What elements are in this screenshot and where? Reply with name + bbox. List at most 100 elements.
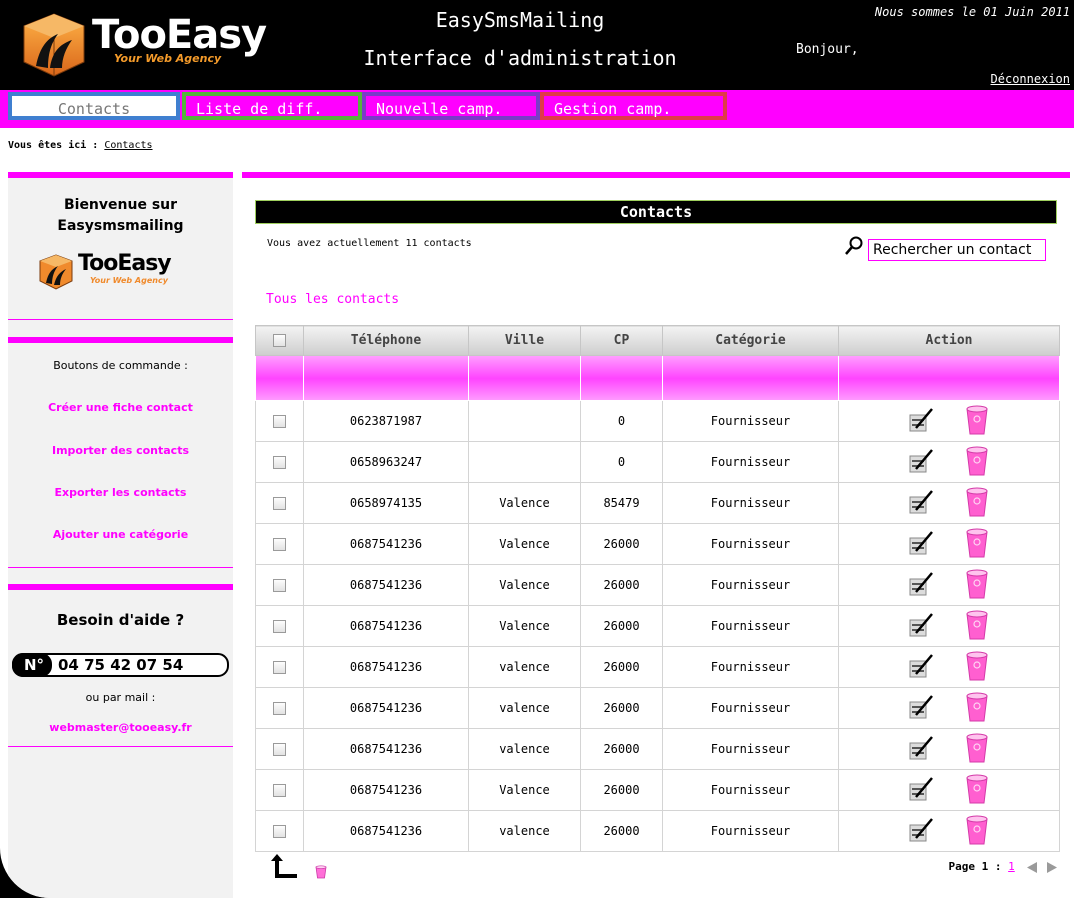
row-select-cell (255, 605, 304, 647)
row-checkbox[interactable] (273, 825, 286, 838)
edit-icon[interactable] (908, 776, 934, 805)
table-header-row: Téléphone Ville CP Catégorie Action (255, 325, 1060, 356)
category-cell: Fournisseur (662, 482, 839, 524)
table-row[interactable]: 0687541236 valence 26000 Fournisseur (255, 646, 1060, 688)
table-row[interactable]: 0687541236 valence 26000 Fournisseur (255, 810, 1060, 852)
action-cell (838, 728, 1060, 770)
row-checkbox[interactable] (273, 497, 286, 510)
add-category-link[interactable]: Ajouter une catégorie (8, 528, 233, 541)
delete-icon[interactable] (964, 814, 990, 849)
filter-cell[interactable] (468, 355, 581, 401)
prev-page-icon[interactable] (1027, 861, 1038, 873)
edit-icon[interactable] (908, 653, 934, 682)
table-row[interactable]: 0687541236 Valence 26000 Fournisseur (255, 523, 1060, 565)
filter-cell[interactable] (303, 355, 469, 401)
row-checkbox[interactable] (273, 538, 286, 551)
support-email-link[interactable]: webmaster@tooeasy.fr (8, 721, 233, 734)
city-cell: valence (468, 646, 581, 688)
delete-icon[interactable] (964, 568, 990, 603)
city-cell: valence (468, 687, 581, 729)
delete-icon[interactable] (964, 732, 990, 767)
tab-distribution-lists[interactable]: Liste de diff. (182, 92, 362, 120)
row-select-cell (255, 564, 304, 606)
city-cell: Valence (468, 769, 581, 811)
table-row[interactable]: 0687541236 Valence 26000 Fournisseur (255, 605, 1060, 647)
edit-icon[interactable] (908, 612, 934, 641)
edit-icon[interactable] (908, 530, 934, 559)
table-row[interactable]: 0658974135 Valence 85479 Fournisseur (255, 482, 1060, 524)
search-icon[interactable] (844, 236, 864, 256)
cp-cell: 0 (580, 441, 663, 483)
row-select-cell (255, 769, 304, 811)
current-date: Nous sommes le 01 Juin 2011 (874, 5, 1070, 19)
page-number-link[interactable]: 1 (1008, 860, 1015, 873)
city-cell: valence (468, 810, 581, 852)
divider (8, 567, 233, 568)
row-checkbox[interactable] (273, 784, 286, 797)
row-checkbox[interactable] (273, 456, 286, 469)
or-mail-label: ou par mail : (85, 691, 156, 704)
search-input[interactable] (868, 239, 1046, 261)
row-checkbox[interactable] (273, 743, 286, 756)
select-all-checkbox[interactable] (273, 334, 286, 347)
cp-cell: 26000 (580, 728, 663, 770)
delete-icon[interactable] (964, 486, 990, 521)
export-contacts-link[interactable]: Exporter les contacts (8, 486, 233, 499)
sidebar: Bienvenue sur Easysmsmailing TooEasy You… (8, 172, 233, 898)
action-cell (838, 400, 1060, 442)
row-select-cell (255, 687, 304, 729)
phone-number: 04 75 42 07 54 (58, 656, 184, 674)
edit-icon[interactable] (908, 735, 934, 764)
tab-contacts[interactable]: Contacts (8, 92, 180, 120)
column-header-cp[interactable]: CP (580, 325, 663, 356)
city-cell: Valence (468, 523, 581, 565)
bulk-select-arrow-icon[interactable] (271, 854, 301, 880)
app-title: EasySmsMailing (435, 8, 605, 32)
phone-cell: 0658963247 (303, 441, 469, 483)
edit-icon[interactable] (908, 448, 934, 477)
delete-icon[interactable] (964, 609, 990, 644)
delete-icon[interactable] (964, 650, 990, 685)
next-page-icon[interactable] (1047, 861, 1058, 873)
row-checkbox[interactable] (273, 702, 286, 715)
delete-icon[interactable] (964, 527, 990, 562)
import-contacts-link[interactable]: Importer des contacts (8, 444, 233, 457)
commands-title: Boutons de commande : (53, 359, 188, 372)
create-contact-link[interactable]: Créer une fiche contact (8, 401, 233, 414)
edit-icon[interactable] (908, 817, 934, 846)
table-row[interactable]: 0687541236 Valence 26000 Fournisseur (255, 564, 1060, 606)
delete-icon[interactable] (964, 404, 990, 439)
table-row[interactable]: 0687541236 valence 26000 Fournisseur (255, 687, 1060, 729)
phone-cell: 0658974135 (303, 482, 469, 524)
row-checkbox[interactable] (273, 415, 286, 428)
table-row[interactable]: 0687541236 Valence 26000 Fournisseur (255, 769, 1060, 811)
table-row[interactable]: 0687541236 valence 26000 Fournisseur (255, 728, 1060, 770)
bulk-delete-icon[interactable] (314, 865, 328, 879)
table-row[interactable]: 0623871987 0 Fournisseur (255, 400, 1060, 442)
city-cell: Valence (468, 482, 581, 524)
filter-cell[interactable] (662, 355, 839, 401)
logout-link[interactable]: Déconnexion (991, 72, 1070, 86)
column-header-city[interactable]: Ville (468, 325, 581, 356)
row-checkbox[interactable] (273, 661, 286, 674)
tab-manage-campaigns[interactable]: Gestion camp. (540, 92, 727, 120)
edit-icon[interactable] (908, 407, 934, 436)
filter-cell[interactable] (580, 355, 663, 401)
city-cell: valence (468, 728, 581, 770)
edit-icon[interactable] (908, 571, 934, 600)
row-checkbox[interactable] (273, 579, 286, 592)
column-header-category[interactable]: Catégorie (662, 325, 839, 356)
edit-icon[interactable] (908, 489, 934, 518)
phone-cell: 0687541236 (303, 564, 469, 606)
category-cell: Fournisseur (662, 728, 839, 770)
column-header-phone[interactable]: Téléphone (303, 325, 469, 356)
brand-logo[interactable]: TooEasy Your Web Agency (18, 6, 267, 80)
delete-icon[interactable] (964, 691, 990, 726)
breadcrumb-current-link[interactable]: Contacts (104, 140, 152, 151)
tab-new-campaign[interactable]: Nouvelle camp. (362, 92, 540, 120)
edit-icon[interactable] (908, 694, 934, 723)
delete-icon[interactable] (964, 773, 990, 808)
delete-icon[interactable] (964, 445, 990, 480)
row-checkbox[interactable] (273, 620, 286, 633)
table-row[interactable]: 0658963247 0 Fournisseur (255, 441, 1060, 483)
